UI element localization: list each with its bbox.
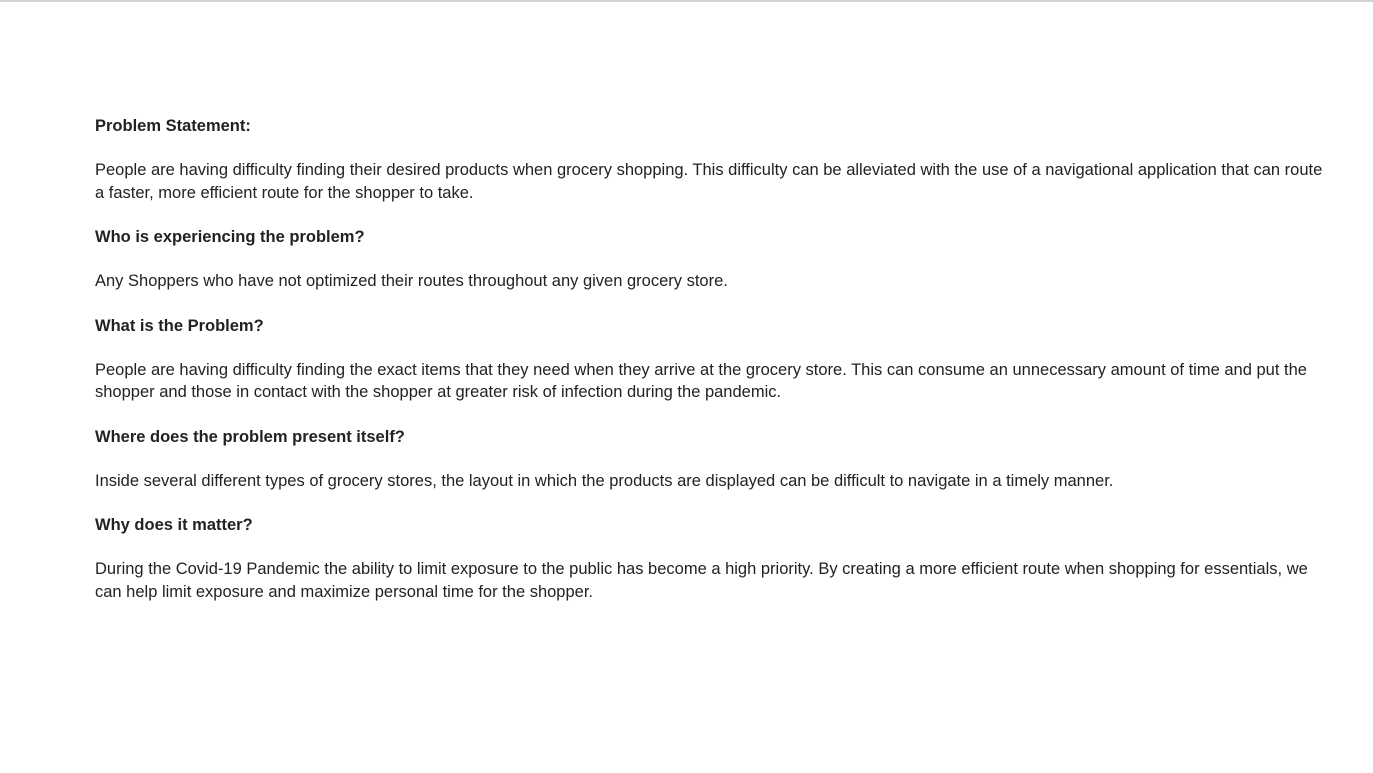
problem-statement-heading: Problem Statement: bbox=[95, 117, 251, 135]
top-border bbox=[0, 0, 1373, 2]
who-text: Any Shoppers who have not optimized thei… bbox=[95, 272, 728, 290]
document-body: Problem Statement: People are having dif… bbox=[95, 115, 1325, 625]
what-heading: What is the Problem? bbox=[95, 316, 264, 335]
where-heading: Where does the problem present itself? bbox=[95, 427, 405, 446]
what-text: People are having difficulty finding the… bbox=[95, 360, 1307, 402]
why-heading: Why does it matter? bbox=[95, 516, 253, 534]
problem-statement-text: People are having difficulty finding the… bbox=[95, 161, 1323, 202]
why-text: During the Covid-19 Pandemic the ability… bbox=[95, 560, 1308, 601]
who-heading: Who is experiencing the problem? bbox=[95, 228, 365, 246]
where-text: Inside several different types of grocer… bbox=[95, 471, 1114, 490]
